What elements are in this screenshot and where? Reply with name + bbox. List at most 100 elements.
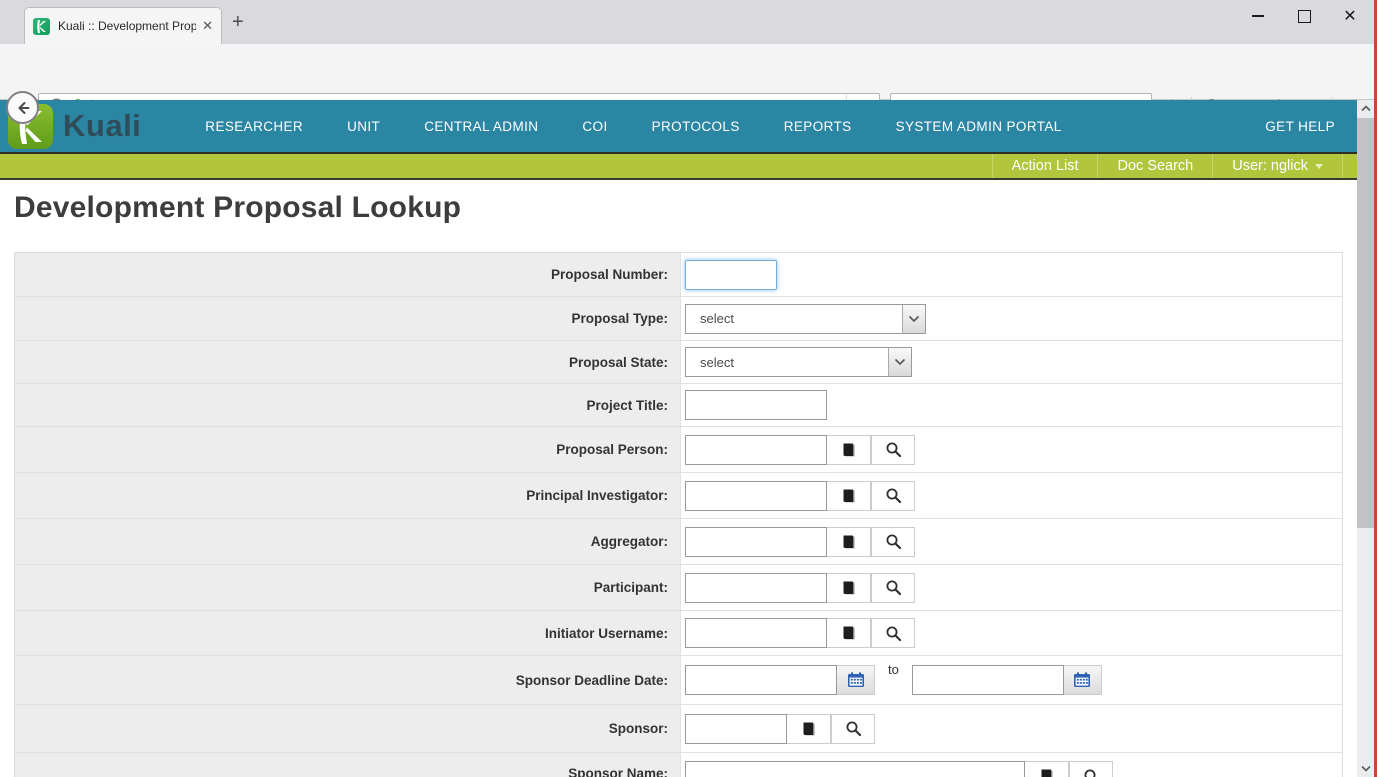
back-button[interactable] bbox=[6, 91, 39, 124]
nav-item-reports[interactable]: REPORTS bbox=[784, 119, 852, 134]
magnifier-icon bbox=[845, 720, 862, 737]
calendar-icon bbox=[1073, 672, 1091, 688]
aggregator-label: Aggregator: bbox=[591, 534, 668, 549]
magnifier-icon bbox=[885, 579, 902, 596]
nav-item-system-admin-portal[interactable]: SYSTEM ADMIN PORTAL bbox=[896, 119, 1062, 134]
browser-tab[interactable]: Kuali :: Development Prop... ✕ bbox=[24, 7, 222, 44]
nav-item-protocols[interactable]: PROTOCOLS bbox=[652, 119, 740, 134]
magnifier-icon bbox=[885, 487, 902, 504]
window-close-button[interactable]: ✕ bbox=[1327, 3, 1373, 29]
proposal-type-label: Proposal Type: bbox=[571, 311, 668, 326]
book-icon bbox=[841, 534, 857, 550]
proposal-person-label: Proposal Person: bbox=[556, 442, 668, 457]
sponsor-name-directory-button[interactable] bbox=[1025, 761, 1069, 777]
form-row-sponsor-deadline-date: Sponsor Deadline Date: to bbox=[15, 656, 1342, 705]
form-row-project-title: Project Title: bbox=[15, 384, 1342, 427]
vertical-scrollbar[interactable] bbox=[1357, 100, 1374, 777]
proposal-person-input[interactable] bbox=[685, 435, 827, 465]
aggregator-input[interactable] bbox=[685, 527, 827, 557]
form-row-proposal-type: Proposal Type: select bbox=[15, 297, 1342, 341]
sponsor-deadline-from-input[interactable] bbox=[685, 665, 837, 695]
nav-item-researcher[interactable]: RESEARCHER bbox=[205, 119, 303, 134]
book-icon bbox=[841, 488, 857, 504]
proposal-state-select[interactable]: select bbox=[685, 347, 912, 377]
scroll-down-button[interactable] bbox=[1357, 760, 1374, 777]
sponsor-name-lookup-button[interactable] bbox=[1069, 761, 1113, 777]
proposal-type-select[interactable]: select bbox=[685, 304, 926, 334]
initiator-username-directory-button[interactable] bbox=[827, 618, 871, 648]
form-row-proposal-state: Proposal State: select bbox=[15, 341, 1342, 384]
scrollbar-thumb[interactable] bbox=[1357, 118, 1374, 528]
kuali-wordmark: Kuali bbox=[63, 108, 141, 144]
tab-title: Kuali :: Development Prop... bbox=[58, 19, 196, 33]
sponsor-input[interactable] bbox=[685, 714, 787, 744]
sponsor-name-input[interactable] bbox=[685, 761, 1025, 777]
magnifier-icon bbox=[885, 625, 902, 642]
project-title-label: Project Title: bbox=[586, 398, 668, 413]
browser-window: Kuali :: Development Prop... ✕ + ✕ https… bbox=[0, 0, 1377, 777]
book-icon bbox=[1039, 768, 1055, 777]
sponsor-name-label: Sponsor Name: bbox=[568, 766, 668, 777]
tab-close-icon[interactable]: ✕ bbox=[202, 18, 213, 34]
nav-item-unit[interactable]: UNIT bbox=[347, 119, 380, 134]
window-maximize-button[interactable] bbox=[1281, 3, 1327, 29]
principal-investigator-input[interactable] bbox=[685, 481, 827, 511]
kuali-navbar: Kuali RESEARCHER UNIT CENTRAL ADMIN COI … bbox=[0, 100, 1357, 152]
nav-item-central-admin[interactable]: CENTRAL ADMIN bbox=[424, 119, 538, 134]
magnifier-icon bbox=[885, 533, 902, 550]
aggregator-directory-button[interactable] bbox=[827, 527, 871, 557]
book-icon bbox=[801, 721, 817, 737]
proposal-number-input[interactable] bbox=[685, 260, 777, 290]
new-tab-button[interactable]: + bbox=[232, 12, 244, 32]
initiator-username-lookup-button[interactable] bbox=[871, 618, 915, 648]
form-row-proposal-person: Proposal Person: bbox=[15, 427, 1342, 473]
proposal-type-selected-value: select bbox=[686, 305, 902, 333]
proposal-state-label: Proposal State: bbox=[569, 355, 668, 370]
sponsor-lookup-button[interactable] bbox=[831, 714, 875, 744]
participant-label: Participant: bbox=[594, 580, 668, 595]
scroll-up-button[interactable] bbox=[1357, 100, 1374, 117]
project-title-input[interactable] bbox=[685, 390, 827, 420]
calendar-icon bbox=[847, 672, 865, 688]
action-list-link[interactable]: Action List bbox=[992, 154, 1098, 178]
proposal-person-lookup-button[interactable] bbox=[871, 435, 915, 465]
sponsor-label: Sponsor: bbox=[609, 721, 668, 736]
proposal-number-label: Proposal Number: bbox=[551, 267, 668, 282]
user-menu[interactable]: User: nglick bbox=[1212, 154, 1343, 178]
page-title: Development Proposal Lookup bbox=[14, 180, 1343, 225]
magnifier-icon bbox=[1083, 768, 1100, 777]
window-controls: ✕ bbox=[1235, 6, 1373, 26]
doc-search-link[interactable]: Doc Search bbox=[1097, 154, 1212, 178]
principal-investigator-lookup-button[interactable] bbox=[871, 481, 915, 511]
lookup-page: Development Proposal Lookup Proposal Num… bbox=[0, 180, 1357, 777]
initiator-username-label: Initiator Username: bbox=[545, 626, 668, 641]
window-minimize-button[interactable] bbox=[1235, 3, 1281, 29]
chevron-down-icon bbox=[1361, 765, 1371, 772]
proposal-state-selected-value: select bbox=[686, 348, 888, 376]
form-row-participant: Participant: bbox=[15, 565, 1342, 611]
nav-item-coi[interactable]: COI bbox=[582, 119, 607, 134]
get-help-link[interactable]: GET HELP bbox=[1265, 119, 1335, 134]
initiator-username-input[interactable] bbox=[685, 618, 827, 648]
principal-investigator-directory-button[interactable] bbox=[827, 481, 871, 511]
participant-directory-button[interactable] bbox=[827, 573, 871, 603]
sponsor-deadline-from-calendar-button[interactable] bbox=[837, 665, 875, 695]
participant-lookup-button[interactable] bbox=[871, 573, 915, 603]
date-range-separator: to bbox=[888, 656, 899, 677]
sponsor-deadline-to-input[interactable] bbox=[912, 665, 1064, 695]
aggregator-lookup-button[interactable] bbox=[871, 527, 915, 557]
book-icon bbox=[841, 442, 857, 458]
form-row-sponsor: Sponsor: bbox=[15, 705, 1342, 753]
magnifier-icon bbox=[885, 441, 902, 458]
book-icon bbox=[841, 625, 857, 641]
select-chevron-icon bbox=[888, 348, 911, 376]
sponsor-deadline-to-calendar-button[interactable] bbox=[1064, 665, 1102, 695]
user-menu-label: User: nglick bbox=[1232, 158, 1308, 174]
chevron-down-icon bbox=[1315, 164, 1323, 169]
form-row-aggregator: Aggregator: bbox=[15, 519, 1342, 565]
principal-investigator-label: Principal Investigator: bbox=[526, 488, 668, 503]
main-nav: RESEARCHER UNIT CENTRAL ADMIN COI PROTOC… bbox=[205, 119, 1105, 134]
proposal-person-directory-button[interactable] bbox=[827, 435, 871, 465]
participant-input[interactable] bbox=[685, 573, 827, 603]
sponsor-directory-button[interactable] bbox=[787, 714, 831, 744]
